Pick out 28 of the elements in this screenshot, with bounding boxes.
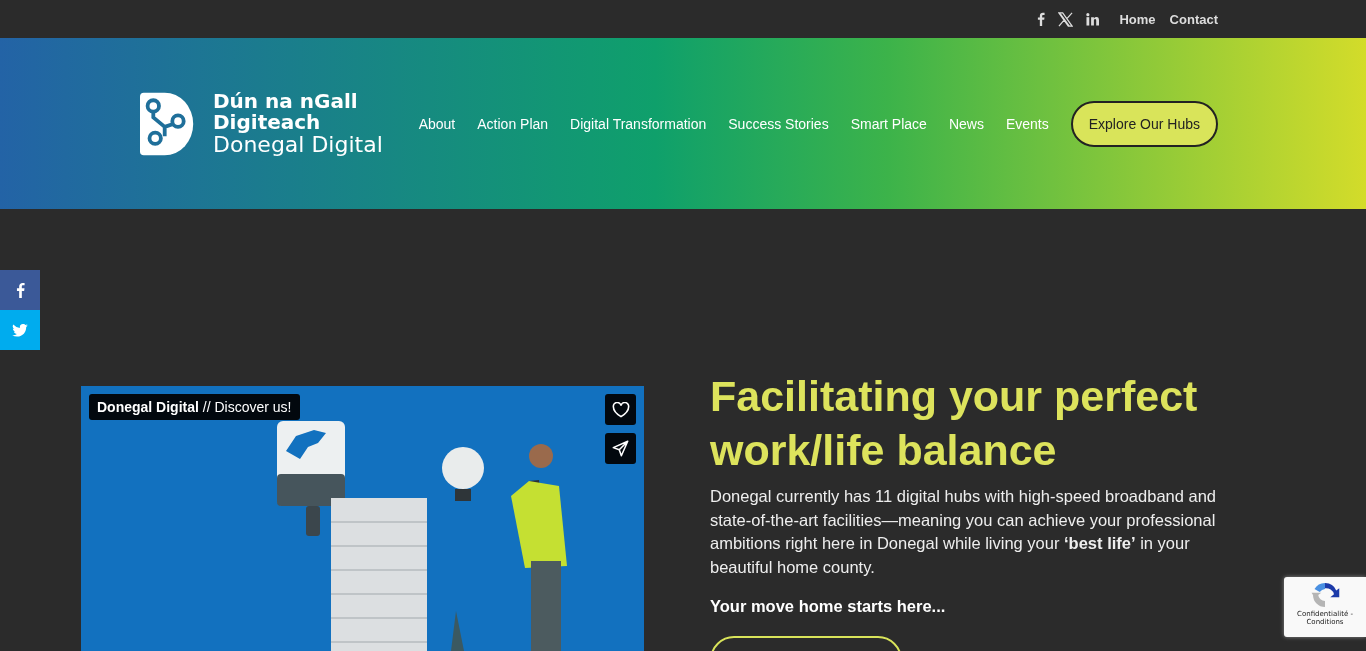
facebook-icon[interactable] (1037, 12, 1046, 26)
share-button[interactable] (0, 270, 40, 310)
facebook-icon (15, 282, 25, 298)
explore-hubs-button[interactable]: Explore Our Hubs (1070, 100, 1218, 147)
nav-link[interactable]: About (418, 115, 456, 132)
x-logo-icon[interactable] (1058, 11, 1074, 27)
nav-link[interactable]: Smart Place (850, 115, 927, 132)
like-button[interactable] (605, 394, 636, 425)
nav-link[interactable]: Action Plan (477, 115, 549, 132)
heart-icon (611, 401, 630, 418)
nav-link[interactable]: Success Stories (728, 115, 829, 132)
hero-paragraph: Donegal currently has 11 digital hubs with high-speed broadband and state-of-the-art facilities—meaning you can achieve your professional ambitions right here in Donegal while living your ‘best life’ in your beautiful home county. (710, 486, 1218, 578)
nav-link[interactable]: Digital Transformation (570, 115, 707, 132)
nav-link[interactable]: Events (1005, 115, 1049, 132)
recaptcha-icon (1310, 580, 1340, 610)
paper-plane-icon (612, 440, 629, 457)
logo-title: Digiteach (213, 111, 322, 133)
logo-subtitle: Donegal Digital (213, 132, 383, 157)
share-button[interactable] (605, 433, 636, 464)
top-nav-link[interactable]: Home (1119, 11, 1156, 27)
tagline: Your move home starts here... (710, 597, 947, 616)
top-nav-link[interactable]: Contact (1169, 11, 1218, 27)
nav-link[interactable]: News (948, 115, 984, 132)
hero-heading: Facilitating your perfect work/life balance (710, 371, 1199, 476)
logo-title: Dún na nGall (213, 90, 359, 112)
bird-icon (12, 323, 28, 337)
video-title[interactable]: Donegal Digital // Discover us! (89, 394, 300, 420)
linkedin-icon[interactable] (1086, 12, 1100, 26)
